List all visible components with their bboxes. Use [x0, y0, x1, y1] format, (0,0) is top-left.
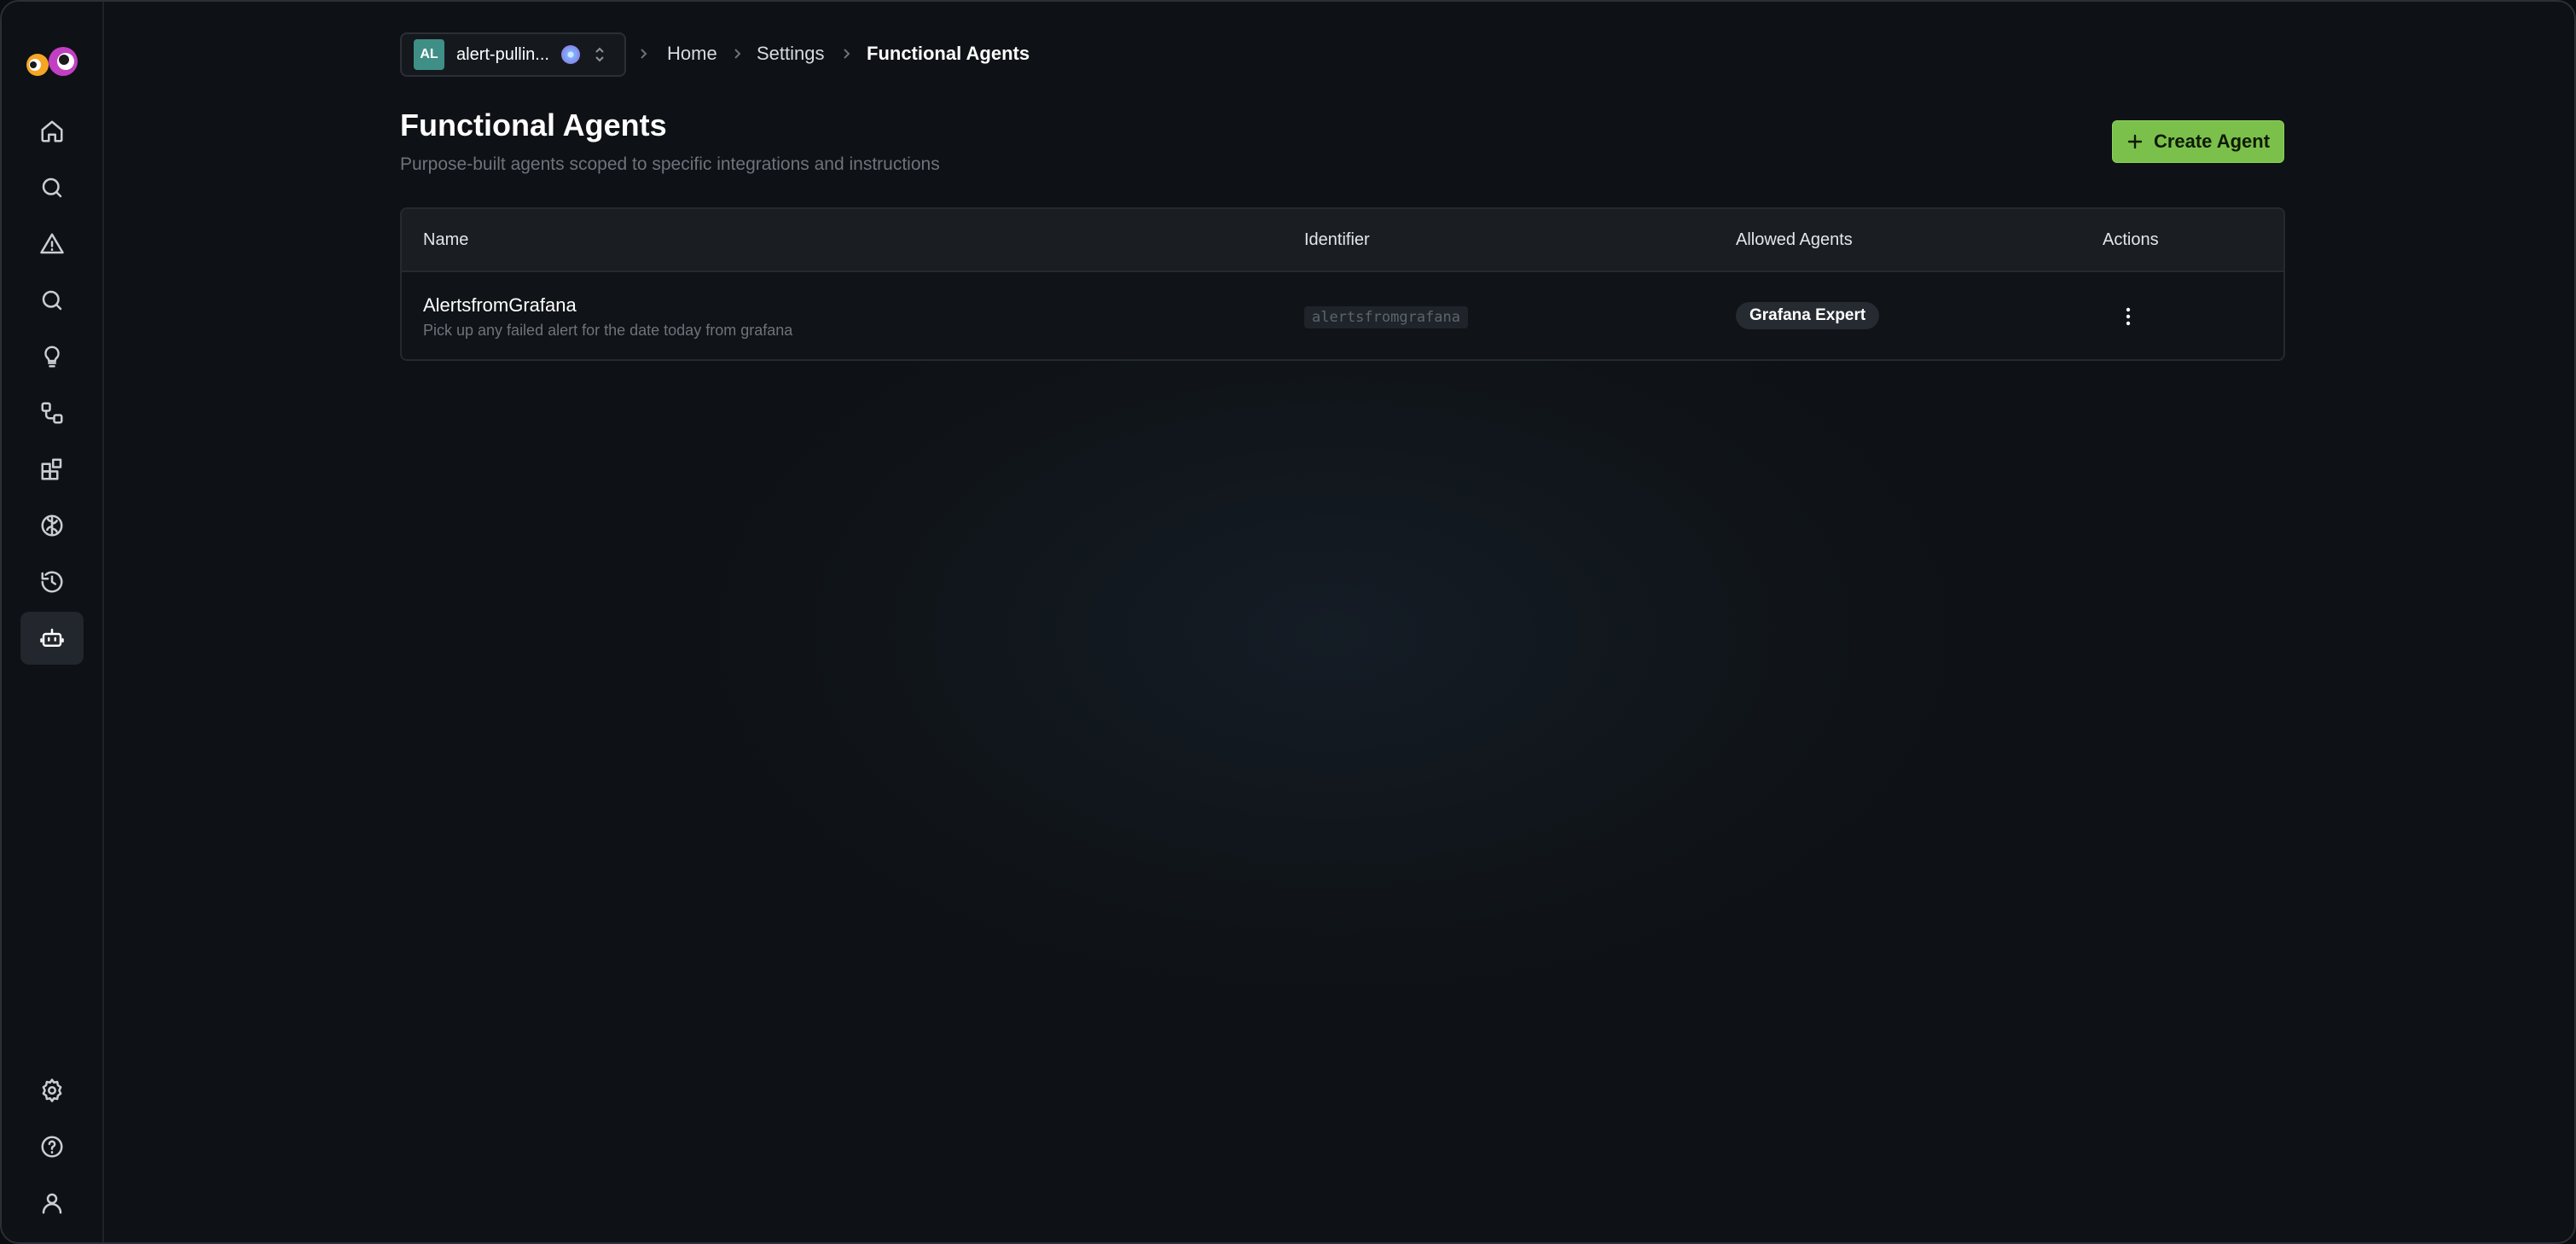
- sidebar: [2, 2, 104, 1242]
- brain-icon: [41, 514, 63, 537]
- table-header: Name Identifier Allowed Agents Actions: [402, 209, 2283, 272]
- nav-insights[interactable]: [20, 330, 84, 383]
- column-header-identifier: Identifier: [1304, 230, 1370, 249]
- bot-icon: [40, 628, 64, 647]
- history-icon: [41, 571, 63, 593]
- nav-history[interactable]: [20, 555, 84, 608]
- home-icon: [41, 120, 63, 142]
- search-icon: [42, 177, 62, 198]
- column-header-name: Name: [423, 230, 469, 249]
- agent-name: AlertsfromGrafana: [423, 294, 577, 316]
- nav-knowledge[interactable]: [20, 499, 84, 552]
- more-vertical-icon: [2126, 307, 2131, 326]
- breadcrumb-current: Functional Agents: [867, 43, 1030, 64]
- page-subtitle: Purpose-built agents scoped to specific …: [400, 154, 940, 174]
- workspace-avatar: AL: [414, 39, 444, 70]
- agent-identifier: alertsfromgrafana: [1304, 306, 1468, 328]
- column-header-actions: Actions: [2103, 230, 2159, 249]
- create-agent-button[interactable]: Create Agent: [2112, 120, 2284, 163]
- chevron-right-icon: [731, 44, 745, 63]
- column-header-allowed-agents: Allowed Agents: [1736, 230, 1853, 249]
- table-row[interactable]: AlertsfromGrafana Pick up any failed ale…: [402, 272, 2283, 359]
- user-icon: [42, 1193, 62, 1214]
- page-title: Functional Agents: [400, 108, 667, 142]
- agent-description: Pick up any failed alert for the date to…: [423, 322, 793, 339]
- workspace-status-icon: [560, 45, 580, 64]
- nav-settings[interactable]: [20, 1064, 84, 1117]
- workspace-name: alert-pullin...: [456, 44, 549, 64]
- nav-investigate[interactable]: [20, 274, 84, 327]
- app-window: AL alert-pullin... Home Settings Functio…: [0, 0, 2576, 1244]
- allowed-agent-chip: Grafana Expert: [1736, 302, 1880, 329]
- app-logo[interactable]: [20, 44, 84, 82]
- agents-table: Name Identifier Allowed Agents Actions A…: [400, 207, 2285, 361]
- create-agent-label: Create Agent: [2153, 131, 2271, 152]
- search-icon: [42, 290, 62, 311]
- chevron-right-icon: [637, 44, 651, 63]
- workspace-switcher[interactable]: AL alert-pullin...: [400, 32, 626, 77]
- breadcrumb-settings[interactable]: Settings: [757, 43, 825, 65]
- plus-icon: [2126, 133, 2144, 150]
- nav-profile[interactable]: [20, 1177, 84, 1229]
- integrations-icon: [41, 458, 62, 480]
- alert-triangle-icon: [40, 233, 64, 254]
- gear-icon: [42, 1078, 62, 1102]
- nav-home[interactable]: [20, 105, 84, 158]
- breadcrumb-home[interactable]: Home: [667, 43, 717, 65]
- nav-help[interactable]: [20, 1120, 84, 1173]
- chevron-up-down-icon: [592, 44, 607, 65]
- chevron-right-icon: [840, 44, 854, 63]
- nav-workflows[interactable]: [20, 387, 84, 439]
- help-icon: [41, 1136, 63, 1158]
- row-actions-button[interactable]: [2111, 299, 2145, 334]
- nav-agents[interactable]: [20, 612, 84, 665]
- nav-integrations[interactable]: [20, 443, 84, 496]
- nav-alerts[interactable]: [20, 218, 84, 270]
- nav-search[interactable]: [20, 161, 84, 214]
- workflow-icon: [41, 402, 63, 424]
- lightbulb-icon: [44, 346, 60, 368]
